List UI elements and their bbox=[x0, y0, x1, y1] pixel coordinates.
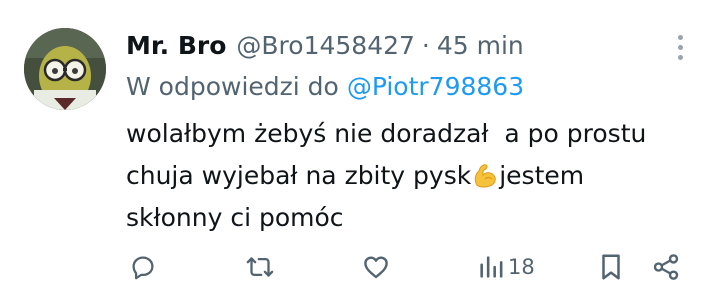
tweet-header: Mr. Bro @Bro1458427 · 45 min bbox=[126, 28, 524, 62]
tweet[interactable]: Mr. Bro @Bro1458427 · 45 min W odpowiedz… bbox=[0, 0, 720, 293]
reply-icon bbox=[128, 252, 158, 282]
tweet-text-segment: jestem bbox=[499, 161, 585, 190]
flexed-biceps-icon bbox=[471, 160, 499, 188]
views-count: 18 bbox=[508, 255, 535, 279]
tweet-text-segment: chuja wyjebał na zbity pysk bbox=[126, 161, 472, 190]
retweet-icon bbox=[243, 252, 277, 282]
timestamp[interactable]: 45 min bbox=[437, 31, 524, 60]
tweet-text: wolałbym żebyś nie doradzał a po prostu … bbox=[126, 113, 686, 239]
share-icon bbox=[651, 252, 681, 282]
views-icon bbox=[478, 252, 504, 282]
retweet-button[interactable] bbox=[243, 252, 277, 282]
bookmark-icon bbox=[598, 252, 624, 282]
separator-dot: · bbox=[421, 30, 430, 60]
reply-to-link[interactable]: @Piotr798863 bbox=[347, 72, 524, 101]
bookmark-button[interactable] bbox=[598, 252, 624, 282]
reply-button[interactable] bbox=[128, 252, 158, 282]
action-bar: 18 bbox=[0, 248, 720, 288]
tweet-text-line: skłonny ci pomóc bbox=[126, 203, 344, 232]
reply-prefix: W odpowiedzi do bbox=[126, 71, 339, 101]
like-icon bbox=[361, 252, 391, 282]
tweet-text-line: chuja wyjebał na zbity pysk jestem bbox=[126, 155, 686, 197]
views-button[interactable]: 18 bbox=[478, 252, 535, 282]
tweet-text-line: wolałbym żebyś nie doradzał a po prostu bbox=[126, 119, 647, 148]
more-icon[interactable] bbox=[668, 30, 692, 64]
share-button[interactable] bbox=[651, 252, 681, 282]
reply-context: W odpowiedzi do @Piotr798863 bbox=[126, 69, 524, 103]
like-button[interactable] bbox=[361, 252, 391, 282]
author-handle[interactable]: @Bro1458427 bbox=[236, 31, 415, 60]
author-name[interactable]: Mr. Bro bbox=[126, 31, 226, 60]
avatar[interactable] bbox=[24, 28, 106, 110]
